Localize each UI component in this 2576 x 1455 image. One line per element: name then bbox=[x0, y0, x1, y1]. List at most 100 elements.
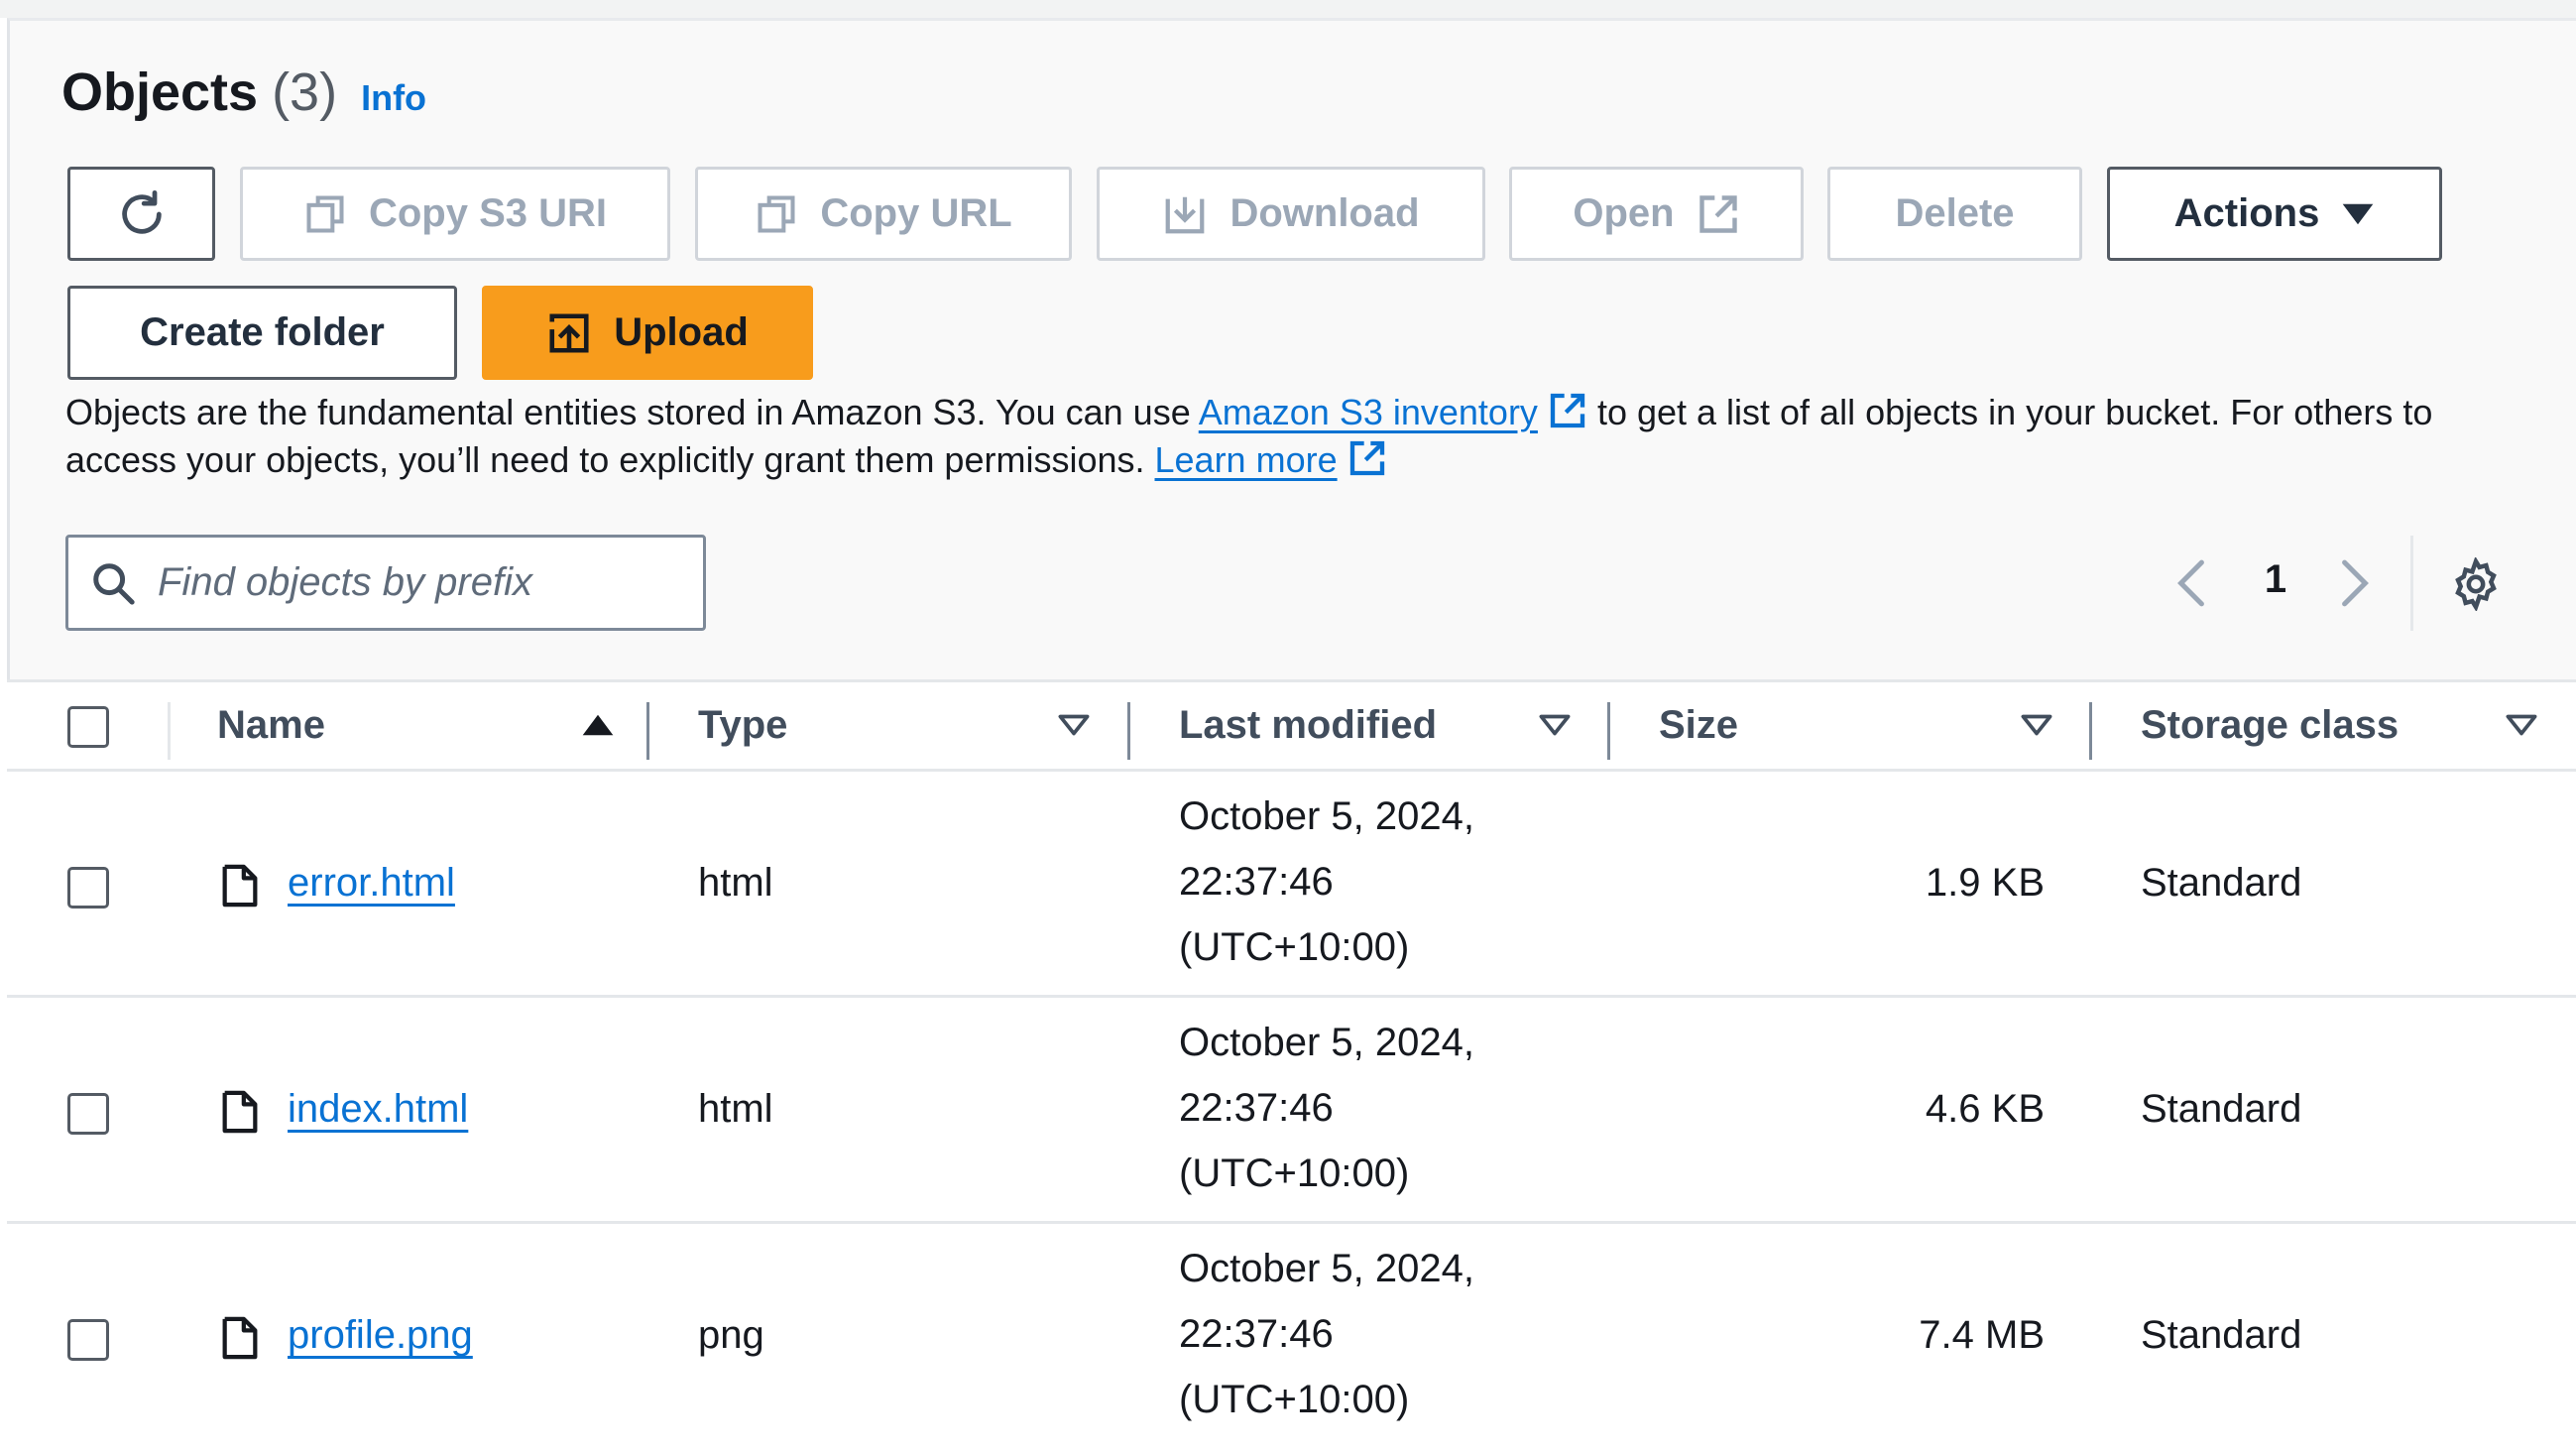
table-row[interactable]: error.html html October 5, 2024, 22:37:4… bbox=[7, 772, 2576, 998]
copy-icon bbox=[758, 194, 795, 233]
copy-icon bbox=[306, 194, 344, 233]
row-checkbox[interactable] bbox=[67, 867, 109, 909]
column-divider[interactable] bbox=[2089, 702, 2092, 760]
row-checkbox[interactable] bbox=[67, 1093, 109, 1135]
page-title: Objects bbox=[61, 62, 259, 122]
download-button[interactable]: Download bbox=[1097, 167, 1485, 261]
description-text-before: Objects are the fundamental entities sto… bbox=[65, 392, 1199, 432]
column-name-label: Name bbox=[217, 703, 325, 747]
sort-ascending-icon bbox=[582, 714, 614, 736]
object-count: (3) bbox=[272, 62, 338, 122]
delete-button[interactable]: Delete bbox=[1827, 167, 2082, 261]
copy-s3-uri-label: Copy S3 URI bbox=[368, 191, 608, 235]
column-divider[interactable] bbox=[1127, 702, 1130, 760]
table-header: Name Type Last modified Size Storage cla… bbox=[7, 682, 2576, 772]
column-storage-class-label: Storage class bbox=[2141, 703, 2400, 747]
timezone-line: (UTC+10:00) bbox=[1179, 925, 1410, 969]
object-name[interactable]: index.html bbox=[288, 1087, 468, 1131]
object-size: 7.4 MB bbox=[1919, 1313, 2045, 1357]
column-header-name[interactable]: Name bbox=[217, 682, 663, 769]
column-last-modified-label: Last modified bbox=[1179, 703, 1438, 747]
column-divider[interactable] bbox=[646, 702, 649, 760]
refresh-button[interactable] bbox=[67, 167, 215, 261]
time-line: 22:37:46 bbox=[1179, 1086, 1334, 1130]
learn-more-link[interactable]: Learn more bbox=[1155, 439, 1338, 480]
table-row[interactable]: profile.png png October 5, 2024, 22:37:4… bbox=[7, 1224, 2576, 1455]
object-name[interactable]: profile.png bbox=[288, 1313, 473, 1357]
upload-button[interactable]: Upload bbox=[482, 286, 813, 380]
sort-descending-icon bbox=[1539, 714, 1571, 736]
object-storage-class: Standard bbox=[2141, 861, 2302, 905]
table-row[interactable]: index.html html October 5, 2024, 22:37:4… bbox=[7, 998, 2576, 1224]
top-strip bbox=[0, 0, 2576, 18]
object-last-modified: October 5, 2024, 22:37:46 (UTC+10:00) bbox=[1179, 1236, 1474, 1432]
search-icon bbox=[93, 562, 135, 605]
object-storage-class: Standard bbox=[2141, 1313, 2302, 1357]
actions-label: Actions bbox=[2173, 191, 2320, 235]
object-type: png bbox=[698, 1313, 764, 1357]
file-icon bbox=[222, 864, 258, 908]
external-link-icon bbox=[1550, 393, 1585, 428]
object-name-link[interactable]: error.html bbox=[288, 861, 455, 906]
external-link-icon bbox=[1698, 194, 1737, 233]
download-label: Download bbox=[1229, 191, 1420, 235]
object-size: 1.9 KB bbox=[1925, 861, 2045, 905]
current-page-number[interactable]: 1 bbox=[2246, 557, 2305, 602]
object-name[interactable]: error.html bbox=[288, 861, 455, 905]
chevron-left-icon bbox=[2177, 559, 2204, 607]
download-icon bbox=[1166, 196, 1205, 233]
table-preferences-button[interactable] bbox=[2449, 555, 2503, 613]
object-type: html bbox=[698, 1087, 773, 1131]
column-header-storage-class[interactable]: Storage class bbox=[2141, 682, 2576, 769]
upload-icon bbox=[549, 312, 589, 353]
column-size-label: Size bbox=[1659, 703, 1739, 747]
objects-description: Objects are the fundamental entities sto… bbox=[65, 389, 2515, 484]
external-link-icon bbox=[1349, 440, 1384, 476]
time-line: 22:37:46 bbox=[1179, 1312, 1334, 1356]
object-name-link[interactable]: index.html bbox=[288, 1087, 468, 1132]
delete-label: Delete bbox=[1895, 191, 2015, 235]
time-line: 22:37:46 bbox=[1179, 860, 1334, 904]
sort-descending-icon bbox=[2506, 714, 2537, 736]
create-folder-button[interactable]: Create folder bbox=[67, 286, 457, 380]
column-divider bbox=[168, 702, 171, 760]
object-type: html bbox=[698, 861, 773, 905]
amazon-s3-inventory-link[interactable]: Amazon S3 inventory bbox=[1199, 392, 1538, 432]
date-line: October 5, 2024, bbox=[1179, 794, 1474, 838]
actions-dropdown-button[interactable]: Actions bbox=[2107, 167, 2442, 261]
row-checkbox[interactable] bbox=[67, 1319, 109, 1361]
copy-url-button[interactable]: Copy URL bbox=[695, 167, 1072, 261]
sort-descending-icon bbox=[2021, 714, 2052, 736]
objects-header: Objects (3) Info bbox=[61, 61, 426, 123]
next-page-button[interactable] bbox=[2330, 555, 2380, 611]
chevron-right-icon bbox=[2342, 559, 2369, 607]
open-label: Open bbox=[1573, 191, 1675, 235]
column-header-size[interactable]: Size bbox=[1659, 682, 2075, 769]
open-button[interactable]: Open bbox=[1509, 167, 1804, 261]
search-box[interactable] bbox=[65, 535, 706, 631]
object-size: 4.6 KB bbox=[1925, 1087, 2045, 1131]
copy-s3-uri-button[interactable]: Copy S3 URI bbox=[240, 167, 670, 261]
info-link[interactable]: Info bbox=[361, 77, 426, 119]
timezone-line: (UTC+10:00) bbox=[1179, 1378, 1410, 1421]
upload-label: Upload bbox=[614, 310, 749, 354]
search-input[interactable] bbox=[156, 559, 675, 606]
pagination-divider bbox=[2410, 536, 2413, 631]
caret-down-icon bbox=[2343, 203, 2374, 224]
column-header-type[interactable]: Type bbox=[698, 682, 1114, 769]
timezone-line: (UTC+10:00) bbox=[1179, 1152, 1410, 1195]
date-line: October 5, 2024, bbox=[1179, 1247, 1474, 1290]
object-last-modified: October 5, 2024, 22:37:46 (UTC+10:00) bbox=[1179, 784, 1474, 980]
date-line: October 5, 2024, bbox=[1179, 1021, 1474, 1064]
create-folder-label: Create folder bbox=[140, 310, 385, 354]
object-last-modified: October 5, 2024, 22:37:46 (UTC+10:00) bbox=[1179, 1010, 1474, 1206]
previous-page-button[interactable] bbox=[2166, 555, 2216, 611]
column-divider[interactable] bbox=[1607, 702, 1610, 760]
select-all-checkbox[interactable] bbox=[67, 706, 109, 748]
file-icon bbox=[222, 1090, 258, 1134]
object-name-link[interactable]: profile.png bbox=[288, 1313, 473, 1358]
column-type-label: Type bbox=[698, 703, 788, 747]
column-header-last-modified[interactable]: Last modified bbox=[1179, 682, 1595, 769]
gear-icon bbox=[2455, 555, 2497, 613]
object-storage-class: Standard bbox=[2141, 1087, 2302, 1131]
